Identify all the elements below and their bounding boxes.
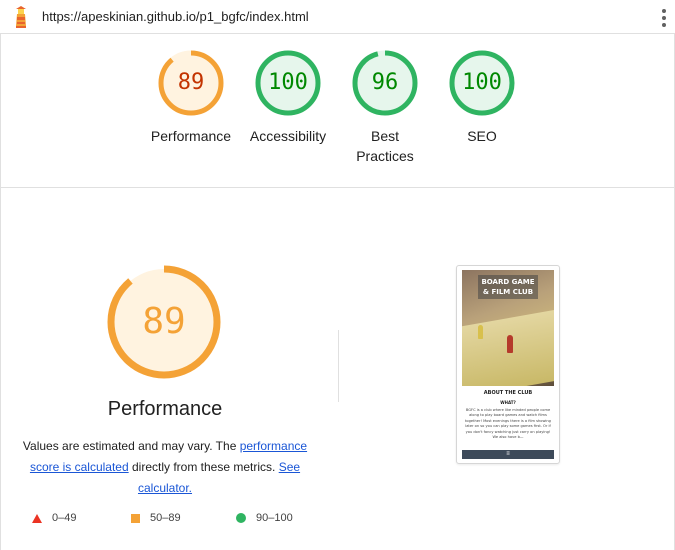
triangle-fail-icon: [32, 513, 42, 523]
hamburger-menu-icon: ≡: [462, 450, 554, 459]
gauge-performance[interactable]: 89 Performance: [141, 50, 241, 146]
gauge-score: 100: [268, 70, 308, 95]
performance-title: Performance: [107, 398, 223, 420]
vertical-separator: [338, 330, 339, 402]
screenshot-hero-title: BOARD GAME & FILM CLUB: [478, 275, 538, 299]
report-url: https://apeskinian.github.io/p1_bgfc/ind…: [42, 9, 309, 24]
square-average-icon: [131, 513, 140, 523]
circle-pass-icon: [236, 513, 246, 523]
final-screenshot[interactable]: BOARD GAME & FILM CLUB ABOUT THE CLUB WH…: [456, 265, 560, 464]
section-divider: [0, 187, 675, 188]
legend-item-average: 50–89: [131, 512, 181, 524]
gauge-label: Best Practices: [356, 128, 414, 164]
performance-description: Values are estimated and may vary. The p…: [18, 436, 312, 499]
game-piece: [507, 335, 513, 353]
lighthouse-icon: [16, 6, 26, 28]
score-legend: 0–49 50–89 90–100: [30, 512, 320, 532]
legend-range: 90–100: [256, 512, 293, 524]
gauge-label: Accessibility: [249, 128, 327, 144]
gauge-score: 96: [371, 70, 399, 95]
game-piece: [478, 325, 483, 339]
gauge-seo[interactable]: 100 SEO: [432, 50, 532, 146]
gauge-best-practices[interactable]: 96 Best Practices: [335, 50, 435, 166]
gauge-score: 100: [462, 70, 502, 95]
screenshot-subheading: WHAT?: [500, 400, 516, 405]
description-text: directly from these metrics.: [128, 460, 279, 474]
screenshot-hero-image: BOARD GAME & FILM CLUB: [462, 270, 554, 386]
kebab-menu-icon[interactable]: [661, 9, 667, 27]
description-text: Values are estimated and may vary. The: [22, 439, 240, 453]
screenshot-heading: ABOUT THE CLUB: [483, 390, 533, 396]
legend-range: 0–49: [52, 512, 77, 524]
legend-item-pass: 90–100: [236, 512, 293, 524]
legend-item-fail: 0–49: [32, 512, 76, 524]
screenshot-body: BGFC is a club where like minded people …: [465, 408, 551, 440]
gauge-label: Performance: [150, 128, 232, 144]
gauge-score: 89: [177, 70, 205, 95]
legend-range: 50–89: [150, 512, 181, 524]
performance-big-score: 89: [142, 301, 186, 342]
report-topbar: https://apeskinian.github.io/p1_bgfc/ind…: [0, 0, 675, 34]
gauge-label: SEO: [467, 128, 497, 144]
category-summary: 89 Performance 100 Accessibility 96 Best…: [0, 50, 675, 190]
gauge-accessibility[interactable]: 100 Accessibility: [238, 50, 338, 146]
frame-border-left: [0, 34, 1, 550]
